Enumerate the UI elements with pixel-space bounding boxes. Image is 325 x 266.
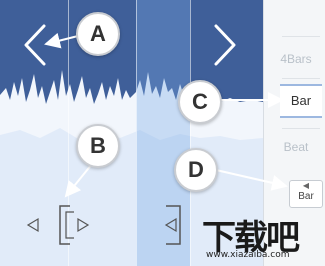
arrow-b (64, 163, 93, 198)
callout-d: D (174, 148, 218, 192)
site-watermark: 下载吧 www.xiazaiba.com (190, 206, 325, 266)
watermark-url: www.xiazaiba.com (206, 250, 290, 260)
arrow-d (215, 169, 288, 191)
arrow-a (44, 32, 79, 49)
editor-stage: 4Bars Bar Beat ◀ Bar A B C D 下载吧 www.xia… (0, 0, 325, 266)
callout-a: A (76, 12, 120, 56)
callout-c: C (178, 80, 222, 124)
callout-b: B (76, 124, 120, 168)
